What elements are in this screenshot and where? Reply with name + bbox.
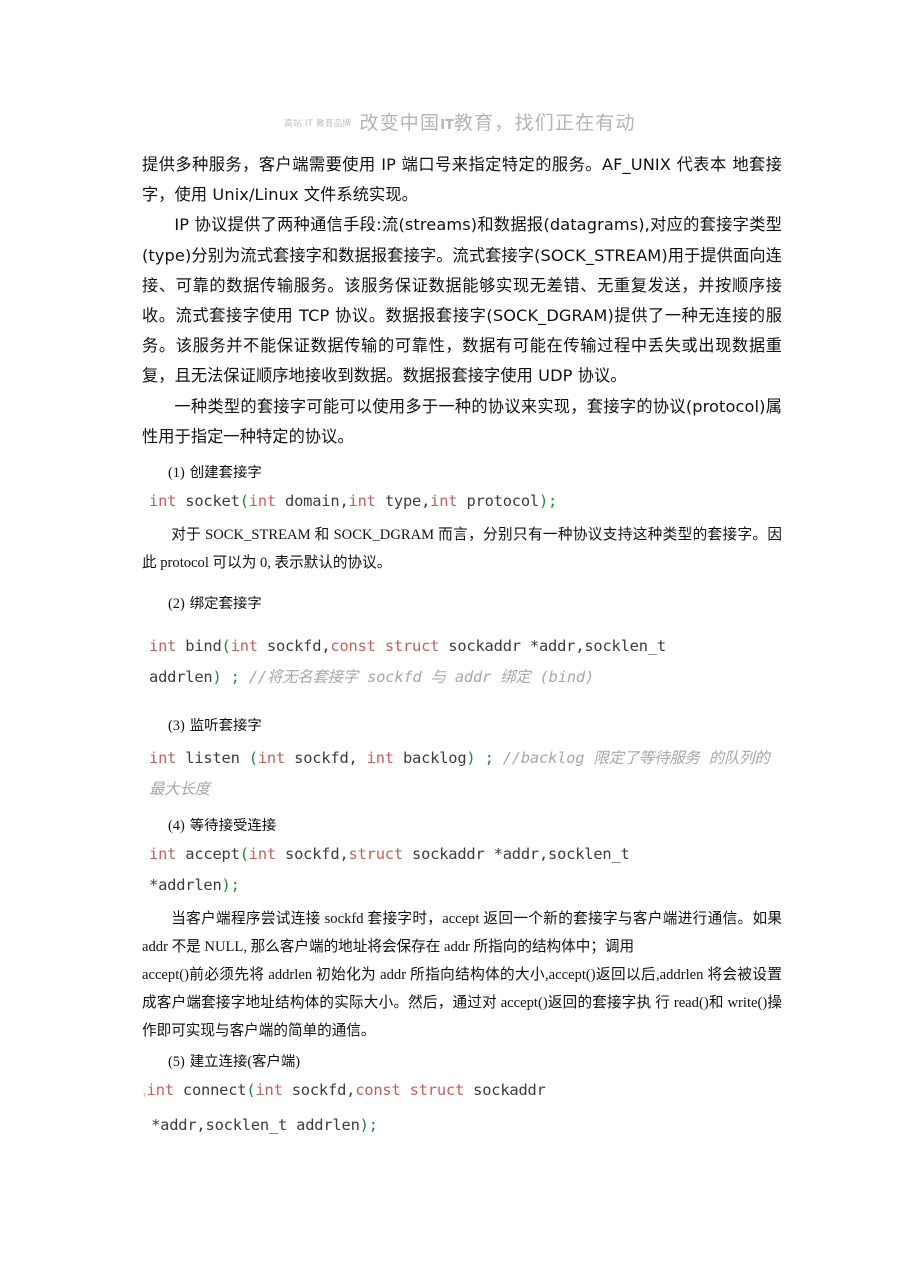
code-semicolon: ; <box>368 1116 378 1135</box>
code-arg-backlog: backlog <box>402 749 467 768</box>
code-paren-open: ( <box>239 492 249 511</box>
code-type-socklen: socklen_t <box>548 845 630 864</box>
code-arg-addrlen: addrlen <box>296 1116 360 1135</box>
section-title-1: 创建套接字 <box>189 465 262 482</box>
code-keyword-int: int <box>255 1081 283 1100</box>
code-block-socket: int socket(int domain,int type,int proto… <box>149 492 558 511</box>
code-keyword-struct: struct <box>409 1081 465 1100</box>
code-paren-close: ) <box>466 749 476 768</box>
code-arg-type: type <box>384 492 422 511</box>
code-semicolon: ; <box>484 749 494 768</box>
section-heading-connect-socket: (5) 建立连接(客户端) <box>142 1049 782 1075</box>
paragraph-protocol-attr: 一种类型的套接字可能可以使用多于一种的协议来实现，套接字的协议(protocol… <box>142 396 782 446</box>
code-arg-sockfd: sockfd <box>285 845 340 864</box>
code-block-connect: ₇int connect(int sockfd,const struct soc… <box>142 1081 546 1135</box>
code-type-sockaddr: sockaddr <box>448 637 521 656</box>
code-fn-bind: bind <box>185 637 222 656</box>
code-arg-protocol: protocol <box>466 492 539 511</box>
code-semicolon: ; <box>230 668 240 687</box>
document-body: 提供多种服务，客户端需要使用 IP 端口号来指定特定的服务。AF_UNIX 代表… <box>142 150 782 1141</box>
code-arg-addr: addr <box>538 637 576 656</box>
section-index-1: (1) <box>168 465 185 482</box>
code-arg-addr: addr <box>502 845 539 864</box>
code-paren-close: ) <box>538 492 549 511</box>
code-arg-sockfd: sockfd <box>294 749 349 768</box>
code-keyword-int: int <box>348 492 376 511</box>
section-index-4: (4) <box>168 818 185 835</box>
code-semicolon: ; <box>230 876 240 895</box>
paragraph-ip-protocol: IP 协议提供了两种通信手段:流(streams)和数据报(datagrams)… <box>142 215 782 386</box>
code-fn-accept: accept <box>185 845 240 864</box>
code-paren-close: ) <box>359 1116 369 1135</box>
code-fn-listen: listen <box>185 749 240 768</box>
paragraph-intro: 提供多种服务，客户端需要使用 IP 端口号来指定特定的服务。AF_UNIX 代表… <box>142 155 782 205</box>
code-type-sockaddr: sockaddr <box>412 845 485 864</box>
code-keyword-struct: struct <box>384 637 440 656</box>
code-type-socklen: socklen_t <box>205 1116 288 1135</box>
code-keyword-int: int <box>430 492 458 511</box>
section-heading-listen-socket: (3) 监听套接字 <box>142 713 782 739</box>
paragraph-socket-note: 对于 SOCK_STREAM 和 SOCK_DGRAM 而言，分别只有一种协议支… <box>142 527 782 572</box>
code-paren-close: ) <box>221 876 231 895</box>
code-keyword-int: int <box>149 845 177 864</box>
code-keyword-const: const <box>355 1081 401 1100</box>
code-keyword-int: int <box>248 845 276 864</box>
code-keyword-int: int <box>149 492 177 511</box>
header-slogan-part1: 改变中国 <box>359 113 441 134</box>
section-title-3: 监听套接字 <box>189 718 262 735</box>
code-comment-bind: //将无名套接字 sockfd 与 addr 绑定 (bind) <box>248 668 595 687</box>
section-index-3: (3) <box>168 718 185 735</box>
code-keyword-int: int <box>146 1081 174 1100</box>
code-paren-open: ( <box>248 749 258 768</box>
section-title-5: 建立连接(客户端) <box>189 1054 301 1071</box>
code-keyword-int: int <box>149 749 177 768</box>
code-keyword-const: const <box>330 637 376 656</box>
code-block-bind: int bind(int sockfd,const struct sockadd… <box>149 637 666 687</box>
code-keyword-int: int <box>248 492 276 511</box>
code-keyword-int: int <box>149 637 177 656</box>
section-heading-accept-socket: (4) 等待接受连接 <box>142 813 782 839</box>
document-page: 高站 IT 教育品牌 改变中国IT教育，找们正在有动 提供多种服务，客户端需要使用… <box>0 0 920 1276</box>
section-index-2: (2) <box>168 596 185 613</box>
page-header-watermark: 高站 IT 教育品牌 改变中国IT教育，找们正在有动 <box>0 108 920 135</box>
code-arg-sockfd: sockfd <box>266 637 322 656</box>
code-paren-open: ( <box>221 637 231 656</box>
section-heading-create-socket: (1) 创建套接字 <box>142 460 782 486</box>
code-type-sockaddr: sockaddr <box>473 1081 546 1100</box>
paragraph-accept-note-1: 当客户端程序尝试连接 sockfd 套接字时，accept 返回一个新的套接字与… <box>142 911 782 956</box>
header-slogan-part2: 教育，找们正在有动 <box>453 113 636 134</box>
header-slogan: 改变中国IT教育，找们正在有动 <box>359 113 635 134</box>
code-arg-addr: addr <box>160 1116 197 1135</box>
code-type-socklen: socklen_t <box>584 637 666 656</box>
code-keyword-int: int <box>366 749 394 768</box>
code-paren-close: ) <box>212 668 222 687</box>
section-heading-bind-socket: (2) 绑定套接字 <box>142 591 782 617</box>
header-brand-tagline: 高站 IT 教育品牌 <box>284 119 352 129</box>
code-semicolon: ; <box>548 492 558 511</box>
code-paren-open: ( <box>239 845 249 864</box>
code-arg-domain: domain <box>285 492 340 511</box>
code-keyword-struct: struct <box>348 845 404 864</box>
code-keyword-int: int <box>230 637 258 656</box>
code-arg-sockfd: sockfd <box>291 1081 347 1100</box>
code-fn-connect: connect <box>182 1081 247 1100</box>
code-keyword-int: int <box>257 749 286 768</box>
paragraph-accept-note-2: accept()前必须先将 addrlen 初始化为 addr 所指向结构体的大… <box>142 967 782 1040</box>
section-title-2: 绑定套接字 <box>189 596 262 613</box>
code-arg-addrlen: addrlen <box>149 668 213 687</box>
code-fn-socket: socket <box>185 492 240 511</box>
header-slogan-latin: IT <box>440 118 454 133</box>
section-title-4: 等待接受连接 <box>189 818 277 835</box>
code-block-listen: int listen (int sockfd, int backlog) ; /… <box>149 749 770 799</box>
code-arg-addrlen: addrlen <box>158 876 222 895</box>
code-block-accept: int accept(int sockfd,struct sockaddr *a… <box>149 845 630 895</box>
section-index-5: (5) <box>168 1054 185 1071</box>
